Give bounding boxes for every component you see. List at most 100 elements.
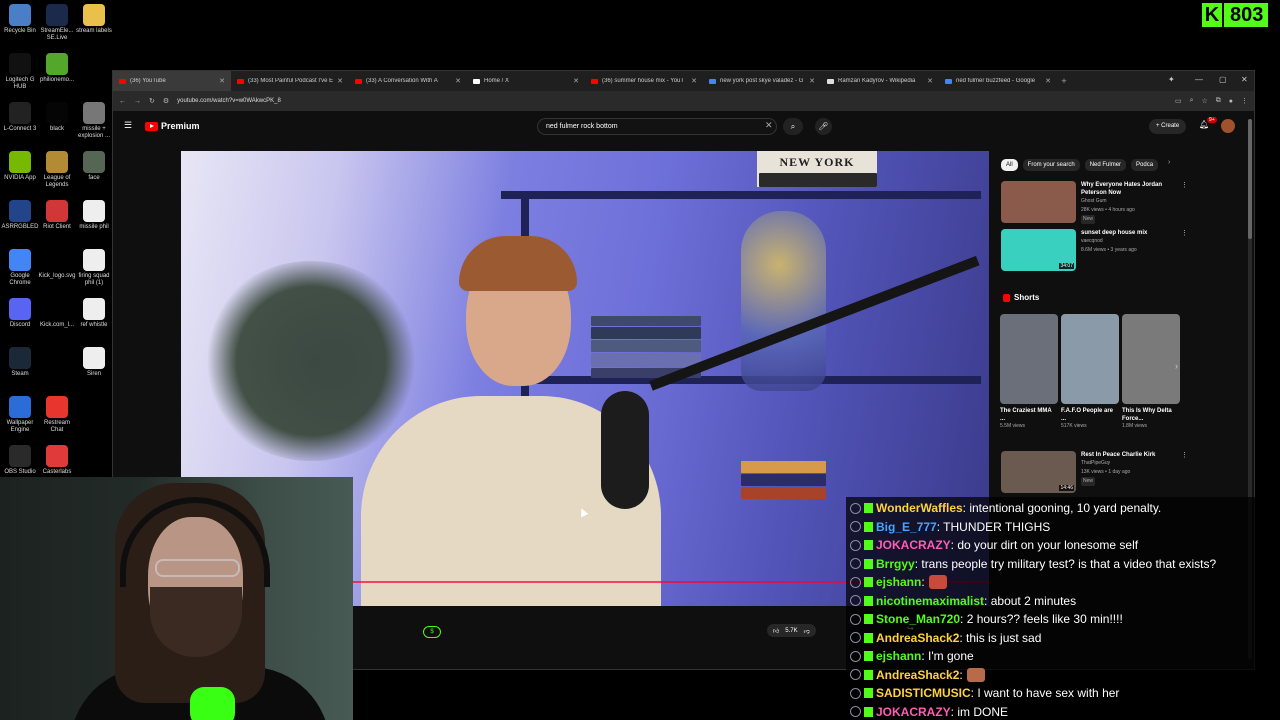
desktop-shortcut[interactable]: Wallpaper Engine [0, 396, 40, 434]
recommendation-item[interactable]: Why Everyone Hates Jordan Peterson Now Gh… [1001, 181, 1188, 224]
maximize-button[interactable]: ▢ [1219, 75, 1227, 84]
short-thumbnail[interactable] [1061, 314, 1119, 404]
new-tab-button[interactable]: + [1057, 76, 1071, 86]
account-avatar[interactable] [1221, 119, 1235, 133]
close-tab-icon[interactable]: ✕ [1045, 77, 1051, 85]
desktop-shortcut[interactable]: NVIDIA App [0, 151, 40, 182]
browser-tab[interactable]: (33) A Conversation With A ✕ [349, 71, 467, 91]
browser-tab[interactable]: (36) YouTube ✕ [113, 71, 231, 91]
like-dislike-group[interactable]: 👍︎ 5.7K 👎︎ [767, 624, 816, 637]
back-icon[interactable]: ← [119, 98, 126, 105]
clear-search-icon[interactable]: ✕ [765, 120, 773, 131]
browser-tab[interactable]: Ramzan Kadyrov - Wikipedia ✕ [821, 71, 939, 91]
filter-chip[interactable]: From your search [1022, 159, 1080, 171]
desktop-shortcut[interactable]: Kick.com_l... [37, 298, 77, 329]
desktop-shortcut[interactable]: Restream Chat [37, 396, 77, 434]
search-input[interactable]: ned fulmer rock bottom [537, 118, 777, 135]
desktop-shortcut[interactable]: missile + explosion ... [74, 102, 114, 140]
close-tab-icon[interactable]: ✕ [691, 77, 697, 85]
short-item[interactable]: F.A.F.O People are ... 517K views [1061, 314, 1119, 429]
close-tab-icon[interactable]: ✕ [219, 77, 225, 85]
forward-icon[interactable]: → [134, 98, 141, 105]
site-info-icon[interactable]: ⚙ [163, 97, 169, 105]
more-options-icon[interactable]: ⋮ [1181, 229, 1188, 271]
channel-name[interactable]: vaecqnod [1081, 237, 1176, 246]
desktop-shortcut[interactable]: StreamEle... SE.Live [37, 4, 77, 42]
filter-chip[interactable]: Podca [1131, 159, 1159, 171]
close-tab-icon[interactable]: ✕ [337, 77, 343, 85]
browser-tab[interactable]: ned fulmer buzzfeed - Google ✕ [939, 71, 1057, 91]
desktop-shortcut[interactable]: Google Chrome [0, 249, 40, 287]
channel-name[interactable]: ThatPipeGuy [1081, 459, 1176, 468]
reload-icon[interactable]: ↻ [149, 97, 155, 105]
video-thumbnail[interactable] [1001, 181, 1076, 223]
short-thumbnail[interactable] [1000, 314, 1058, 404]
page-scrollbar-thumb[interactable] [1248, 119, 1252, 239]
channel-name[interactable]: Ghost Gum [1081, 197, 1176, 206]
voice-search-icon[interactable]: 🎤︎ [815, 118, 832, 135]
browser-tab[interactable]: (36) summer house mix - YouT ✕ [585, 71, 703, 91]
create-button[interactable]: + Create [1149, 119, 1187, 134]
recommendation-item[interactable]: 34:07 sunset deep house mix vaecqnod 8.6M v… [1001, 229, 1188, 271]
short-title[interactable]: This Is Why Delta Force... [1122, 407, 1180, 423]
desktop-shortcut[interactable]: League of Legends [37, 151, 77, 189]
desktop-shortcut[interactable]: stream labels [74, 4, 114, 35]
video-thumbnail[interactable]: 34:07 [1001, 229, 1076, 271]
desktop-shortcut[interactable]: Kick_logo.svg [37, 249, 77, 280]
short-title[interactable]: F.A.F.O People are ... [1061, 407, 1119, 423]
desktop-shortcut[interactable]: ref whistle [74, 298, 114, 329]
short-item[interactable]: The Craziest MMA ... 5.5M views [1000, 314, 1058, 429]
zoom-icon[interactable]: ⌕ [1190, 97, 1194, 105]
extension-icon[interactable]: ✦ [1168, 75, 1175, 84]
more-options-icon[interactable]: ⋮ [1181, 451, 1188, 493]
thumbs-up-icon[interactable]: 👍︎ [773, 627, 779, 635]
shorts-next-icon[interactable]: › [1175, 361, 1178, 371]
desktop-shortcut[interactable]: ASRRGBLED [0, 200, 40, 231]
bookmark-star-icon[interactable]: ☆ [1201, 97, 1207, 105]
search-button[interactable]: ⌕ [783, 118, 803, 135]
short-title[interactable]: The Craziest MMA ... [1000, 407, 1058, 423]
filter-chip[interactable]: Ned Fulmer [1084, 159, 1127, 171]
close-tab-icon[interactable]: ✕ [927, 77, 933, 85]
filter-chip[interactable]: All [1001, 159, 1018, 171]
close-tab-icon[interactable]: ✕ [809, 77, 815, 85]
desktop-shortcut[interactable]: Riot Client [37, 200, 77, 231]
browser-tab[interactable]: Home / X ✕ [467, 71, 585, 91]
desktop-shortcut[interactable]: Logitech G HUB [0, 53, 40, 91]
short-item[interactable]: This Is Why Delta Force... 1.8M views [1122, 314, 1180, 429]
browser-tab[interactable]: (33) Most Painful Podcast I've E ✕ [231, 71, 349, 91]
chips-next-icon[interactable]: › [1168, 159, 1170, 166]
desktop-shortcut[interactable]: L-Connect 3 [0, 102, 40, 133]
hamburger-menu-icon[interactable]: ☰ [124, 120, 132, 131]
desktop-shortcut[interactable]: face [74, 151, 114, 182]
video-title[interactable]: Rest In Peace Charlie Kirk [1081, 451, 1176, 459]
browser-tab[interactable]: new york post skye valadez - G ✕ [703, 71, 821, 91]
video-thumbnail[interactable]: 14:46 [1001, 451, 1076, 493]
close-tab-icon[interactable]: ✕ [455, 77, 461, 85]
cast-icon[interactable]: ▭ [1175, 97, 1182, 105]
desktop-shortcut[interactable]: Discord [0, 298, 40, 329]
desktop-shortcut[interactable]: philionemo... [37, 53, 77, 84]
desktop-shortcut[interactable]: black [37, 102, 77, 133]
desktop-shortcut[interactable]: firing squad phil (1) [74, 249, 114, 287]
desktop-shortcut[interactable]: Casterlabs [37, 445, 77, 476]
recommendation-item[interactable]: 14:46 Rest In Peace Charlie Kirk ThatPip… [1001, 451, 1188, 493]
url-field[interactable]: youtube.com/watch?v=w0WAkwcPK_8 [177, 98, 1167, 104]
desktop-shortcut[interactable]: OBS Studio [0, 445, 40, 476]
browser-menu-icon[interactable]: ⋮ [1241, 97, 1248, 105]
video-title[interactable]: sunset deep house mix [1081, 229, 1176, 237]
desktop-shortcut[interactable]: Recycle Bin [0, 4, 40, 35]
desktop-shortcut[interactable]: Steam [0, 347, 40, 378]
close-tab-icon[interactable]: ✕ [573, 77, 579, 85]
desktop-shortcut[interactable]: Siren [74, 347, 114, 378]
more-options-icon[interactable]: ⋮ [1181, 181, 1188, 224]
dollar-icon[interactable]: $ [423, 626, 441, 638]
extensions-icon[interactable]: ⧉ [1216, 97, 1221, 105]
close-window-button[interactable]: ✕ [1241, 75, 1248, 84]
video-title[interactable]: Why Everyone Hates Jordan Peterson Now [1081, 181, 1176, 197]
short-thumbnail[interactable] [1122, 314, 1180, 404]
thumbs-down-icon[interactable]: 👎︎ [804, 627, 810, 635]
minimize-button[interactable]: — [1195, 75, 1203, 84]
profile-icon[interactable]: ● [1229, 98, 1233, 105]
desktop-shortcut[interactable]: missile phil [74, 200, 114, 231]
